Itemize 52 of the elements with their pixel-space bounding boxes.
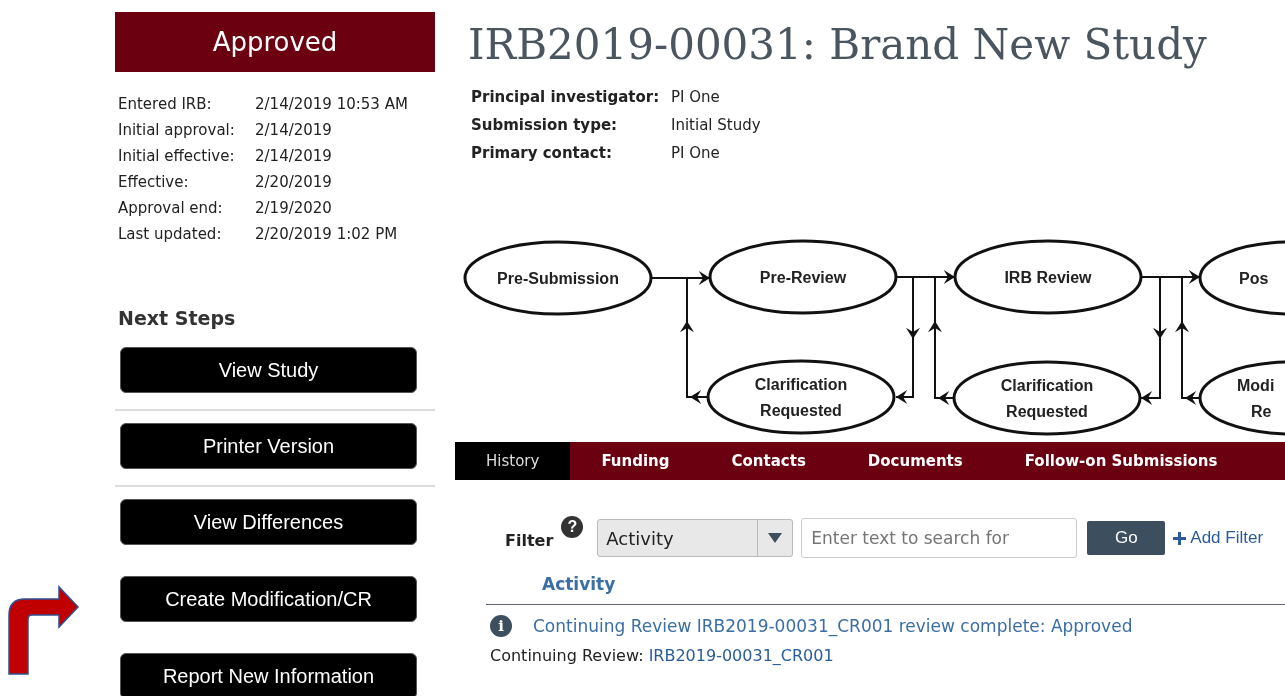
column-header[interactable]: Activity <box>542 574 1285 594</box>
section-title: Next Steps <box>118 307 237 329</box>
tab[interactable]: History <box>455 442 571 480</box>
date-value: 2/14/2019 <box>255 120 333 141</box>
help-icon[interactable]: ? <box>561 516 584 538</box>
date-value: 2/14/2019 10:53 AM <box>255 94 409 115</box>
tab[interactable]: Documents <box>836 442 994 480</box>
filter-label: Filter <box>505 530 554 550</box>
detail-value: PI One <box>671 143 721 164</box>
filter-dropdown[interactable]: Activity <box>597 519 794 557</box>
date-value: 2/14/2019 <box>255 146 333 167</box>
activity-link[interactable]: Continuing Review IRB2019-00031_CR001 review complete: Approved <box>533 616 1133 636</box>
detail-label: Primary contact: <box>471 143 613 164</box>
date-value: 2/20/2019 <box>255 172 333 193</box>
bent-arrow-icon <box>6 585 80 675</box>
date-label: Approval end: <box>118 198 224 219</box>
status-banner: Approved <box>115 12 435 72</box>
tab[interactable]: Contacts <box>700 442 837 480</box>
date-value: 2/19/2020 <box>255 198 333 219</box>
action-button[interactable]: View Differences <box>120 499 417 545</box>
tab[interactable]: Funding <box>570 442 701 480</box>
action-button[interactable]: Report New Information <box>120 653 417 696</box>
plus-icon <box>1173 531 1187 545</box>
date-value: 2/20/2019 1:02 PM <box>255 224 399 245</box>
submission-link[interactable]: IRB2019-00031_CR001 <box>648 646 834 665</box>
detail-label: Principal investigator: <box>471 87 661 108</box>
detail-label: Continuing Review: <box>490 646 644 665</box>
date-label: Last updated: <box>118 224 223 245</box>
state-node: Modi Re <box>1198 360 1285 436</box>
action-button[interactable]: Create Modification/CR <box>120 576 417 622</box>
search-field[interactable]: Enter text to search for <box>801 518 1078 558</box>
go-button[interactable]: Go <box>1087 521 1166 555</box>
date-label: Initial approval: <box>118 120 236 141</box>
detail-value: Initial Study <box>671 115 762 136</box>
state-node: Pre-Submission <box>463 240 653 316</box>
state-node: Clarification Requested <box>706 359 896 435</box>
state-node: IRB Review <box>953 239 1143 315</box>
state-node: Pre-Review <box>708 239 898 315</box>
action-button[interactable]: View Study <box>120 347 417 393</box>
state-node: Clarification Requested <box>952 360 1142 436</box>
detail-value: PI One <box>671 87 721 108</box>
detail-label: Submission type: <box>471 115 619 136</box>
add-filter-link[interactable]: Add Filter <box>1173 528 1264 548</box>
page-title: IRB2019-00031: Brand New Study <box>468 20 1208 69</box>
action-button[interactable]: Printer Version <box>120 423 417 469</box>
date-label: Entered IRB: <box>118 94 213 115</box>
tab[interactable]: Follow-on Submissions <box>993 442 1249 480</box>
info-icon: i <box>490 615 512 637</box>
state-node: Pos <box>1198 240 1285 316</box>
date-label: Effective: <box>118 172 190 193</box>
date-label: Initial effective: <box>118 146 236 167</box>
caret-icon <box>768 533 783 543</box>
